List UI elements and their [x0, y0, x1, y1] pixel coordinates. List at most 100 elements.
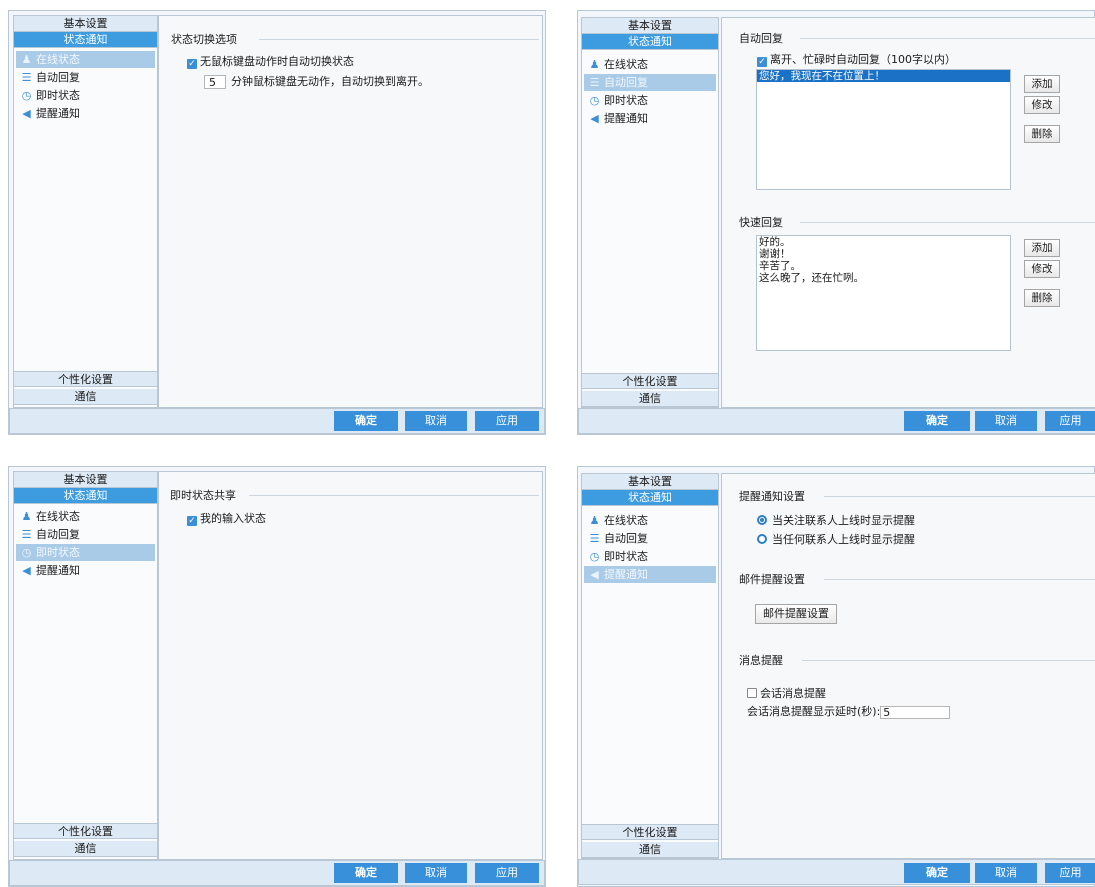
- auto-reply-list[interactable]: 您好，我现在不在位置上！: [756, 69, 1011, 190]
- auto-reply-edit-button[interactable]: 修改: [1024, 96, 1060, 114]
- apply-button[interactable]: 应用: [1045, 863, 1095, 883]
- sidebar-item-instant-status[interactable]: ◷ 即时状态: [16, 87, 155, 104]
- list-item[interactable]: 辛苦了。: [757, 260, 1010, 272]
- category-basic-settings[interactable]: 基本设置: [14, 472, 157, 488]
- mail-reminder-settings-button[interactable]: 邮件提醒设置: [755, 604, 837, 624]
- sidebar-item-online-status[interactable]: ♟ 在线状态: [16, 508, 155, 525]
- person-icon: ♟: [21, 53, 32, 66]
- section-divider: [824, 496, 1095, 497]
- sidebar-item-label: 即时状态: [36, 89, 80, 102]
- radio-focus-contacts[interactable]: 当关注联系人上线时显示提醒: [757, 512, 915, 528]
- checkbox-label: 无鼠标键盘动作时自动切换状态: [200, 55, 354, 68]
- category-basic-settings[interactable]: 基本设置: [582, 474, 718, 490]
- sidebar-item-online-status[interactable]: ♟ 在线状态: [584, 512, 716, 529]
- sidebar-item-reminder[interactable]: ◀ 提醒通知: [584, 566, 716, 583]
- category-communication[interactable]: 通信: [582, 842, 718, 858]
- category-status-notify[interactable]: 状态通知: [582, 490, 718, 506]
- ok-button[interactable]: 确定: [904, 411, 970, 431]
- category-status-notify[interactable]: 状态通知: [14, 32, 157, 48]
- auto-reply-checkbox[interactable]: ✓ 离开、忙碌时自动回复（100字以内）: [757, 51, 956, 67]
- sidebar-item-instant-status[interactable]: ◷ 即时状态: [584, 92, 716, 109]
- auto-reply-delete-button[interactable]: 删除: [1024, 125, 1060, 143]
- cancel-button[interactable]: 取消: [975, 863, 1037, 883]
- section-title: 即时状态共享: [170, 489, 236, 502]
- speaker-icon: ◀: [22, 564, 31, 577]
- category-communication[interactable]: 通信: [582, 391, 718, 407]
- sidebar-item-auto-reply[interactable]: ☰ 自动回复: [584, 530, 716, 547]
- idle-minutes-input[interactable]: 5: [204, 75, 226, 89]
- sidebar-item-label: 自动回复: [36, 528, 80, 541]
- input-state-checkbox[interactable]: ✓ 我的输入状态: [187, 510, 266, 526]
- section-divider: [800, 222, 1095, 223]
- auto-switch-checkbox[interactable]: ✓ 无鼠标键盘动作时自动切换状态: [187, 53, 354, 69]
- radio-any-contacts[interactable]: 当任何联系人上线时显示提醒: [757, 531, 915, 547]
- sidebar-item-auto-reply[interactable]: ☰ 自动回复: [16, 69, 155, 86]
- delay-input[interactable]: 5: [880, 705, 951, 719]
- clock-icon: ◷: [21, 546, 32, 559]
- sidebar-item-label: 在线状态: [604, 514, 648, 527]
- clock-icon: ◷: [21, 89, 32, 102]
- sidebar-item-instant-status[interactable]: ◷ 即时状态: [584, 548, 716, 565]
- sidebar-item-label: 提醒通知: [36, 564, 80, 577]
- category-status-notify[interactable]: 状态通知: [582, 34, 718, 50]
- settings-content: 即时状态共享 ✓ 我的输入状态: [158, 471, 543, 860]
- ok-button[interactable]: 确定: [334, 863, 398, 883]
- clock-icon: ◷: [589, 550, 600, 563]
- radio-unselected-icon: [757, 534, 767, 544]
- category-personalize[interactable]: 个性化设置: [582, 824, 718, 840]
- cancel-button[interactable]: 取消: [975, 411, 1037, 431]
- auto-reply-add-button[interactable]: 添加: [1024, 75, 1060, 93]
- sidebar-item-auto-reply[interactable]: ☰ 自动回复: [584, 74, 716, 91]
- sidebar-item-reminder[interactable]: ◀ 提醒通知: [16, 562, 155, 579]
- section-title: 提醒通知设置: [739, 490, 805, 503]
- category-communication[interactable]: 通信: [14, 389, 157, 405]
- category-personalize[interactable]: 个性化设置: [582, 373, 718, 389]
- settings-sidebar: 基本设置 状态通知 ♟ 在线状态 ☰ 自动回复 ◷ 即时状态 ◀ 提醒通知 个性化设置 …: [13, 15, 158, 408]
- apply-button[interactable]: 应用: [475, 411, 539, 431]
- category-status-notify[interactable]: 状态通知: [14, 488, 157, 504]
- cancel-button[interactable]: 取消: [405, 863, 467, 883]
- cancel-button[interactable]: 取消: [405, 411, 467, 431]
- sidebar-item-label: 自动回复: [604, 532, 648, 545]
- section-title: 快速回复: [739, 216, 783, 229]
- list-item[interactable]: 这么晚了，还在忙咧。: [757, 272, 1010, 284]
- sidebar-item-auto-reply[interactable]: ☰ 自动回复: [16, 526, 155, 543]
- sidebar-item-label: 在线状态: [36, 53, 80, 66]
- delay-row: 会话消息提醒显示延时(秒): 5: [747, 703, 951, 719]
- sidebar-item-online-status[interactable]: ♟ 在线状态: [16, 51, 155, 68]
- settings-sidebar: 基本设置 状态通知 ♟ 在线状态 ☰ 自动回复 ◷ 即时状态 ◀ 提醒通知 个性化设置 …: [13, 471, 158, 860]
- quick-reply-list[interactable]: 好的。 谢谢！ 辛苦了。 这么晚了，还在忙咧。: [756, 235, 1011, 351]
- section-divider: [800, 38, 1095, 39]
- sidebar-item-online-status[interactable]: ♟ 在线状态: [584, 56, 716, 73]
- settings-content: 自动回复 ✓ 离开、忙碌时自动回复（100字以内） 您好，我现在不在位置上！ 添加…: [721, 17, 1095, 408]
- chat-bubble-icon: ☰: [21, 528, 32, 541]
- checkbox-label: 会话消息提醒: [760, 687, 826, 700]
- list-item[interactable]: 好的。: [757, 236, 1010, 248]
- radio-label: 当任何联系人上线时显示提醒: [772, 533, 915, 546]
- category-personalize[interactable]: 个性化设置: [14, 823, 157, 839]
- sidebar-item-reminder[interactable]: ◀ 提醒通知: [16, 105, 155, 122]
- quick-reply-add-button[interactable]: 添加: [1024, 239, 1060, 257]
- quick-reply-edit-button[interactable]: 修改: [1024, 260, 1060, 278]
- message-reminder-checkbox[interactable]: 会话消息提醒: [747, 685, 826, 701]
- list-item[interactable]: 您好，我现在不在位置上！: [757, 70, 1010, 82]
- checkbox-checked-icon: ✓: [757, 57, 767, 67]
- apply-button[interactable]: 应用: [1045, 411, 1095, 431]
- apply-button[interactable]: 应用: [475, 863, 539, 883]
- category-communication[interactable]: 通信: [14, 841, 157, 857]
- ok-button[interactable]: 确定: [904, 863, 970, 883]
- settings-window-auto-reply: 基本设置 状态通知 ♟ 在线状态 ☰ 自动回复 ◷ 即时状态 ◀ 提醒通知 个性化设置 …: [577, 10, 1095, 435]
- quick-reply-delete-button[interactable]: 删除: [1024, 289, 1060, 307]
- section-divider: [249, 495, 539, 496]
- chat-bubble-icon: ☰: [589, 76, 600, 89]
- person-icon: ♟: [589, 58, 600, 71]
- sidebar-item-label: 提醒通知: [36, 107, 80, 120]
- category-basic-settings[interactable]: 基本设置: [14, 16, 157, 32]
- sidebar-item-reminder[interactable]: ◀ 提醒通知: [584, 110, 716, 127]
- list-item[interactable]: 谢谢！: [757, 248, 1010, 260]
- ok-button[interactable]: 确定: [334, 411, 398, 431]
- delay-label: 会话消息提醒显示延时(秒):: [747, 705, 881, 718]
- category-personalize[interactable]: 个性化设置: [14, 371, 157, 387]
- category-basic-settings[interactable]: 基本设置: [582, 18, 718, 34]
- sidebar-item-instant-status[interactable]: ◷ 即时状态: [16, 544, 155, 561]
